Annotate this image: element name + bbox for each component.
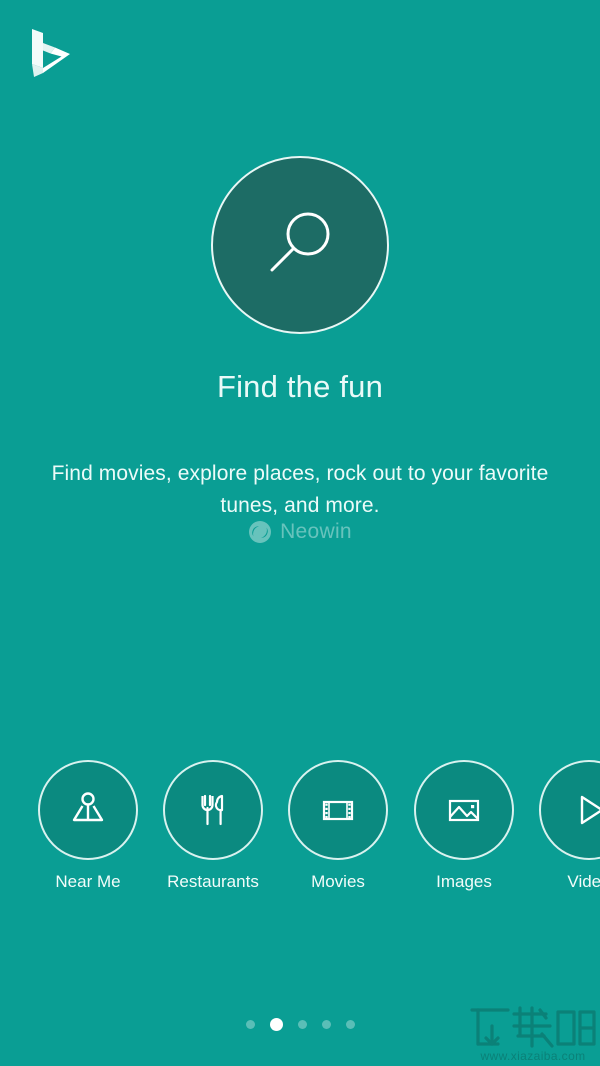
shortcut-restaurants[interactable]: Restaurants <box>150 760 276 892</box>
near-me-location-icon <box>64 786 112 834</box>
shortcut-label: Video <box>567 872 600 891</box>
page-dot-3[interactable] <box>297 1020 307 1029</box>
shortcut-movies[interactable]: Movies <box>275 760 401 892</box>
neowin-watermark: Neowin <box>0 520 600 544</box>
shortcut-label: Images <box>436 872 492 891</box>
neowin-watermark-text: Neowin <box>280 520 352 543</box>
search-magnifier-icon <box>260 205 340 285</box>
page-dot-1[interactable] <box>245 1020 255 1029</box>
bing-logo-icon <box>30 28 72 82</box>
shortcut-images[interactable]: Images <box>401 760 527 892</box>
picture-mountain-icon <box>440 786 488 834</box>
page-dot-4[interactable] <box>321 1020 331 1029</box>
shortcut-row: Near Me Restaurants Movies Images Vide <box>0 760 600 905</box>
play-triangle-icon <box>565 786 600 834</box>
shortcut-label: Movies <box>311 872 365 891</box>
page-subtitle: Find movies, explore places, rock out to… <box>51 462 549 517</box>
shortcut-label: Near Me <box>55 872 121 891</box>
xiazaiba-watermark: www.xiazaiba.com <box>468 1004 598 1066</box>
shortcut-video-bubble[interactable] <box>539 760 600 860</box>
shortcut-images-bubble[interactable] <box>414 760 514 860</box>
shortcut-near-me[interactable]: Near Me <box>25 760 151 892</box>
page-dot-5[interactable] <box>345 1020 355 1029</box>
bing-onboarding-screen: Find the fun Find movies, explore places… <box>0 0 600 1066</box>
shortcut-video[interactable]: Video <box>526 760 600 892</box>
hero-search-button[interactable] <box>211 156 389 334</box>
fork-knife-icon <box>189 786 237 834</box>
shortcut-near-me-bubble[interactable] <box>38 760 138 860</box>
page-title: Find the fun <box>216 369 384 404</box>
neowin-logo-icon <box>248 520 272 544</box>
svg-text:www.xiazaiba.com: www.xiazaiba.com <box>479 1049 585 1063</box>
film-strip-icon <box>314 786 362 834</box>
shortcut-restaurants-bubble[interactable] <box>163 760 263 860</box>
page-dot-2[interactable] <box>269 1018 283 1031</box>
shortcut-label: Restaurants <box>167 872 259 891</box>
shortcut-movies-bubble[interactable] <box>288 760 388 860</box>
